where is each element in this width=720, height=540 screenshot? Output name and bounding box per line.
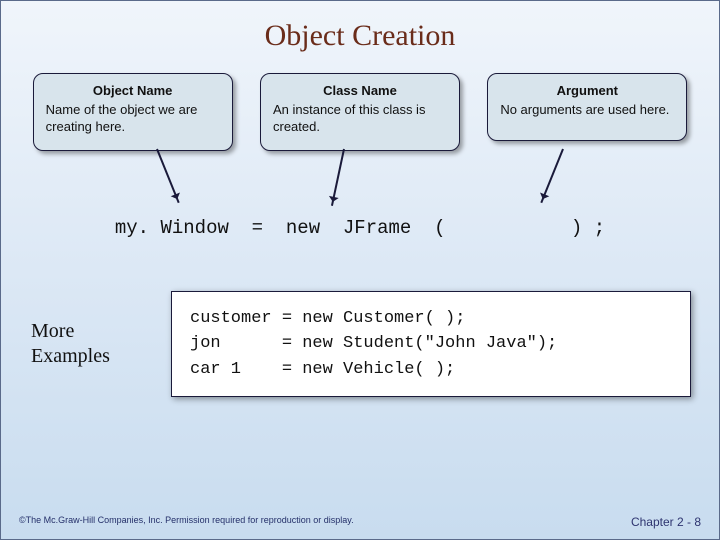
examples-area: More Examples customer = new Customer( )… bbox=[1, 291, 719, 398]
callout-class-name: Class Name An instance of this class is … bbox=[260, 73, 460, 151]
arrow-icon bbox=[156, 148, 180, 203]
callout-row: Object Name Name of the object we are cr… bbox=[1, 73, 719, 151]
callout-heading: Argument bbox=[500, 82, 674, 100]
callout-heading: Class Name bbox=[273, 82, 447, 100]
page-indicator: Chapter 2 - 8 bbox=[631, 515, 701, 529]
callout-heading: Object Name bbox=[46, 82, 220, 100]
footer: ©The Mc.Graw-Hill Companies, Inc. Permis… bbox=[19, 515, 701, 529]
callout-body: No arguments are used here. bbox=[500, 102, 669, 117]
callout-box: Argument No arguments are used here. bbox=[487, 73, 687, 141]
slide-title: Object Creation bbox=[1, 1, 719, 73]
copyright-text: ©The Mc.Graw-Hill Companies, Inc. Permis… bbox=[19, 515, 354, 529]
code-line: my. Window = new JFrame ( ) ; bbox=[1, 217, 719, 239]
callout-object-name: Object Name Name of the object we are cr… bbox=[33, 73, 233, 151]
callout-argument: Argument No arguments are used here. bbox=[487, 73, 687, 151]
arrow-icon bbox=[331, 148, 345, 205]
more-examples-label: More Examples bbox=[31, 319, 171, 369]
callout-box: Class Name An instance of this class is … bbox=[260, 73, 460, 151]
callout-body: Name of the object we are creating here. bbox=[46, 102, 198, 135]
example-code-box: customer = new Customer( ); jon = new St… bbox=[171, 291, 691, 398]
callout-box: Object Name Name of the object we are cr… bbox=[33, 73, 233, 151]
callout-body: An instance of this class is created. bbox=[273, 102, 425, 135]
arrow-icon bbox=[541, 148, 565, 203]
